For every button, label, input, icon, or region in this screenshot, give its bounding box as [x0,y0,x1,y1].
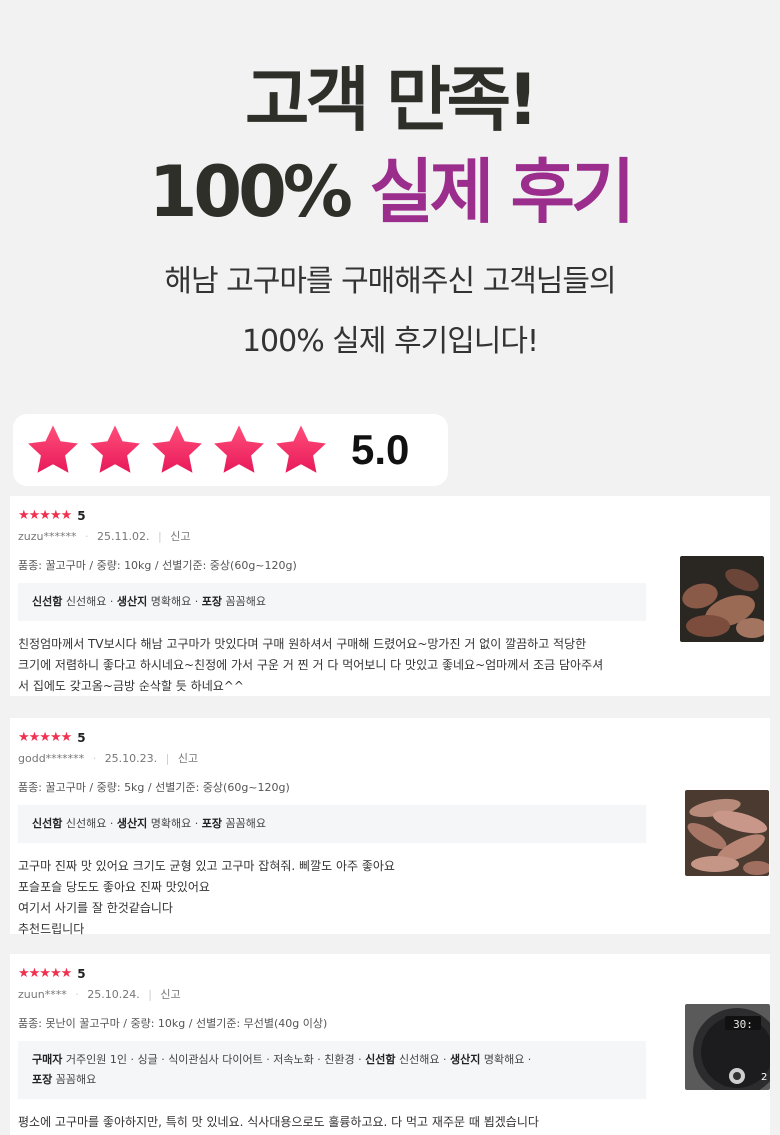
rating-score: 5.0 [351,426,410,473]
review-photo-thumbnail[interactable] [680,556,764,642]
star-icon [28,425,78,473]
review-photo-thumbnail[interactable]: 30: 2 [685,1004,770,1090]
review-photo-thumbnail[interactable] [685,790,769,876]
tag-label: 신선함 [32,817,63,830]
hero-section: 고객 만족! 100% 실제 후기 해남 고구마를 구매해주신 고객님들의 10… [0,0,780,372]
review-header: ★★★★★ 5 [18,508,762,523]
review-meta: godd******* · 25.10.23. | 신고 [18,752,199,765]
review-date: 25.11.02. [97,530,150,543]
review-card: ★★★★★ 5 zuun**** · 25.10.24. | 신고 품종: 못난… [10,954,770,1135]
review-card: ★★★★★ 5 zuzu****** · 25.11.02. | 신고 품종: … [10,496,770,696]
review-score: 5 [77,730,86,745]
tag-value: 신선해요 [65,595,107,608]
report-link[interactable]: 신고 [170,530,190,543]
review-body-line: 서 집에도 갖고옴~금방 순삭할 듯 하네요^^ [18,679,244,693]
star-icon [90,425,140,473]
report-link[interactable]: 신고 [178,752,198,765]
tag-label: 생산지 [449,1053,481,1066]
review-meta: zuun**** · 25.10.24. | 신고 [18,988,181,1001]
tag-label: 포장 [201,817,222,830]
hero-subtitle-line2: 100% 실제 후기입니다! [241,324,539,359]
review-options: 품종: 꿀고구마 / 중량: 5kg / 선별기준: 중상(60g~120g) [18,781,290,794]
review-score: 5 [77,966,86,981]
rating-stars [23,421,331,479]
rating-summary: 5.0 [13,414,448,486]
tag-value: 꼼꼼해요 [55,1073,97,1086]
review-body-line: 고구마 진짜 맛 있어요 크기도 균형 있고 고구마 잡혀줘. 삐깔도 아주 좋… [18,859,395,873]
review-header: ★★★★★ 5 [18,730,762,745]
hero-title-line2: 100% 실제 후기 [0,146,780,238]
review-date: 25.10.24. [87,988,140,1001]
tag-label: 구매자 [32,1053,63,1066]
review-user: zuun**** [18,988,67,1001]
cooker-display: 30: [733,1018,753,1031]
review-tags: 신선함 신선해요 · 생산지 명확해요 · 포장 꼼꼼해요 [18,583,646,621]
tag-value: 꼼꼼해요 [225,595,266,608]
hero-subtitle-line1: 해남 고구마를 구매해주신 고객님들의 [164,264,616,299]
review-user: zuzu****** [18,530,77,543]
hero-subtitle: 해남 고구마를 구매해주신 고객님들의 100% 실제 후기입니다! [0,252,780,372]
report-link[interactable]: 신고 [160,988,180,1001]
tag-label: 신선함 [32,595,63,608]
tag-label: 신선함 [365,1053,396,1066]
tag-label: 생산지 [116,817,148,830]
review-body-line: 크기에 저렴하니 좋다고 하시네요~친정에 가서 구운 거 찐 거 다 먹어보니… [18,658,604,672]
review-stars: ★★★★★ [18,730,72,745]
review-date: 25.10.23. [104,752,158,765]
review-user: godd******* [18,752,85,765]
tag-value: 명확해요 [150,595,192,608]
review-tags: 신선함 신선해요 · 생산지 명확해요 · 포장 꼼꼼해요 [18,805,646,843]
review-meta: zuzu****** · 25.11.02. | 신고 [18,530,191,543]
tag-label: 생산지 [116,595,148,608]
review-body: 고구마 진짜 맛 있어요 크기도 균형 있고 고구마 잡혀줘. 삐깔도 아주 좋… [18,856,658,940]
star-icon [214,425,264,473]
tag-value: 신선해요 [398,1053,440,1066]
tag-value: 명확해요 [150,817,192,830]
hero-title-prefix: 100% [148,151,353,233]
review-body-line: 추천드립니다 [18,922,85,936]
tag-label: 포장 [201,595,222,608]
review-options: 품종: 꿀고구마 / 중량: 10kg / 선별기준: 중상(60g~120g) [18,559,297,572]
hero-title-accent: 실제 후기 [369,151,635,233]
tag-value: 꼼꼼해요 [225,817,266,830]
review-body-line: 친정엄마께서 TV보시다 해남 고구마가 맛있다며 구매 원하셔서 구매해 드렸… [18,637,587,651]
review-score: 5 [77,508,86,523]
review-body-line: 평소에 고구마를 좋아하지만, 특히 맛 있네요. 식사대용으로도 훌륭하고요.… [18,1115,539,1129]
review-stars: ★★★★★ [18,508,72,523]
tag-value: 신선해요 [65,817,107,830]
star-icon [152,425,202,473]
tag-label: 포장 [32,1073,53,1086]
review-tags: 구매자 거주인원 1인 · 싱글 · 식이관심사 다이어트 · 저속노화 · 친… [18,1041,646,1099]
review-options: 품종: 못난이 꿀고구마 / 중량: 10kg / 선별기준: 무선별(40g … [18,1017,328,1030]
hero-title: 고객 만족! [245,59,539,141]
review-body-line: 여기서 사기를 잘 한것같습니다 [18,901,173,915]
cooker-badge: 2 [761,1072,767,1083]
review-body: 평소에 고구마를 좋아하지만, 특히 맛 있네요. 식사대용으로도 훌륭하고요.… [18,1112,658,1133]
review-body: 친정엄마께서 TV보시다 해남 고구마가 맛있다며 구매 원하셔서 구매해 드렸… [18,634,658,697]
star-icon [276,425,326,473]
tag-value: 명확해요 [483,1053,525,1066]
review-body-line: 포슬포슬 당도도 좋아요 진짜 맛있어요 [18,880,210,894]
review-header: ★★★★★ 5 [18,966,762,981]
review-stars: ★★★★★ [18,966,72,981]
review-card: ★★★★★ 5 godd******* · 25.10.23. | 신고 품종:… [10,718,770,936]
tag-value: 거주인원 1인 · 싱글 · 식이관심사 다이어트 · 저속노화 · 친환경 [65,1053,355,1066]
